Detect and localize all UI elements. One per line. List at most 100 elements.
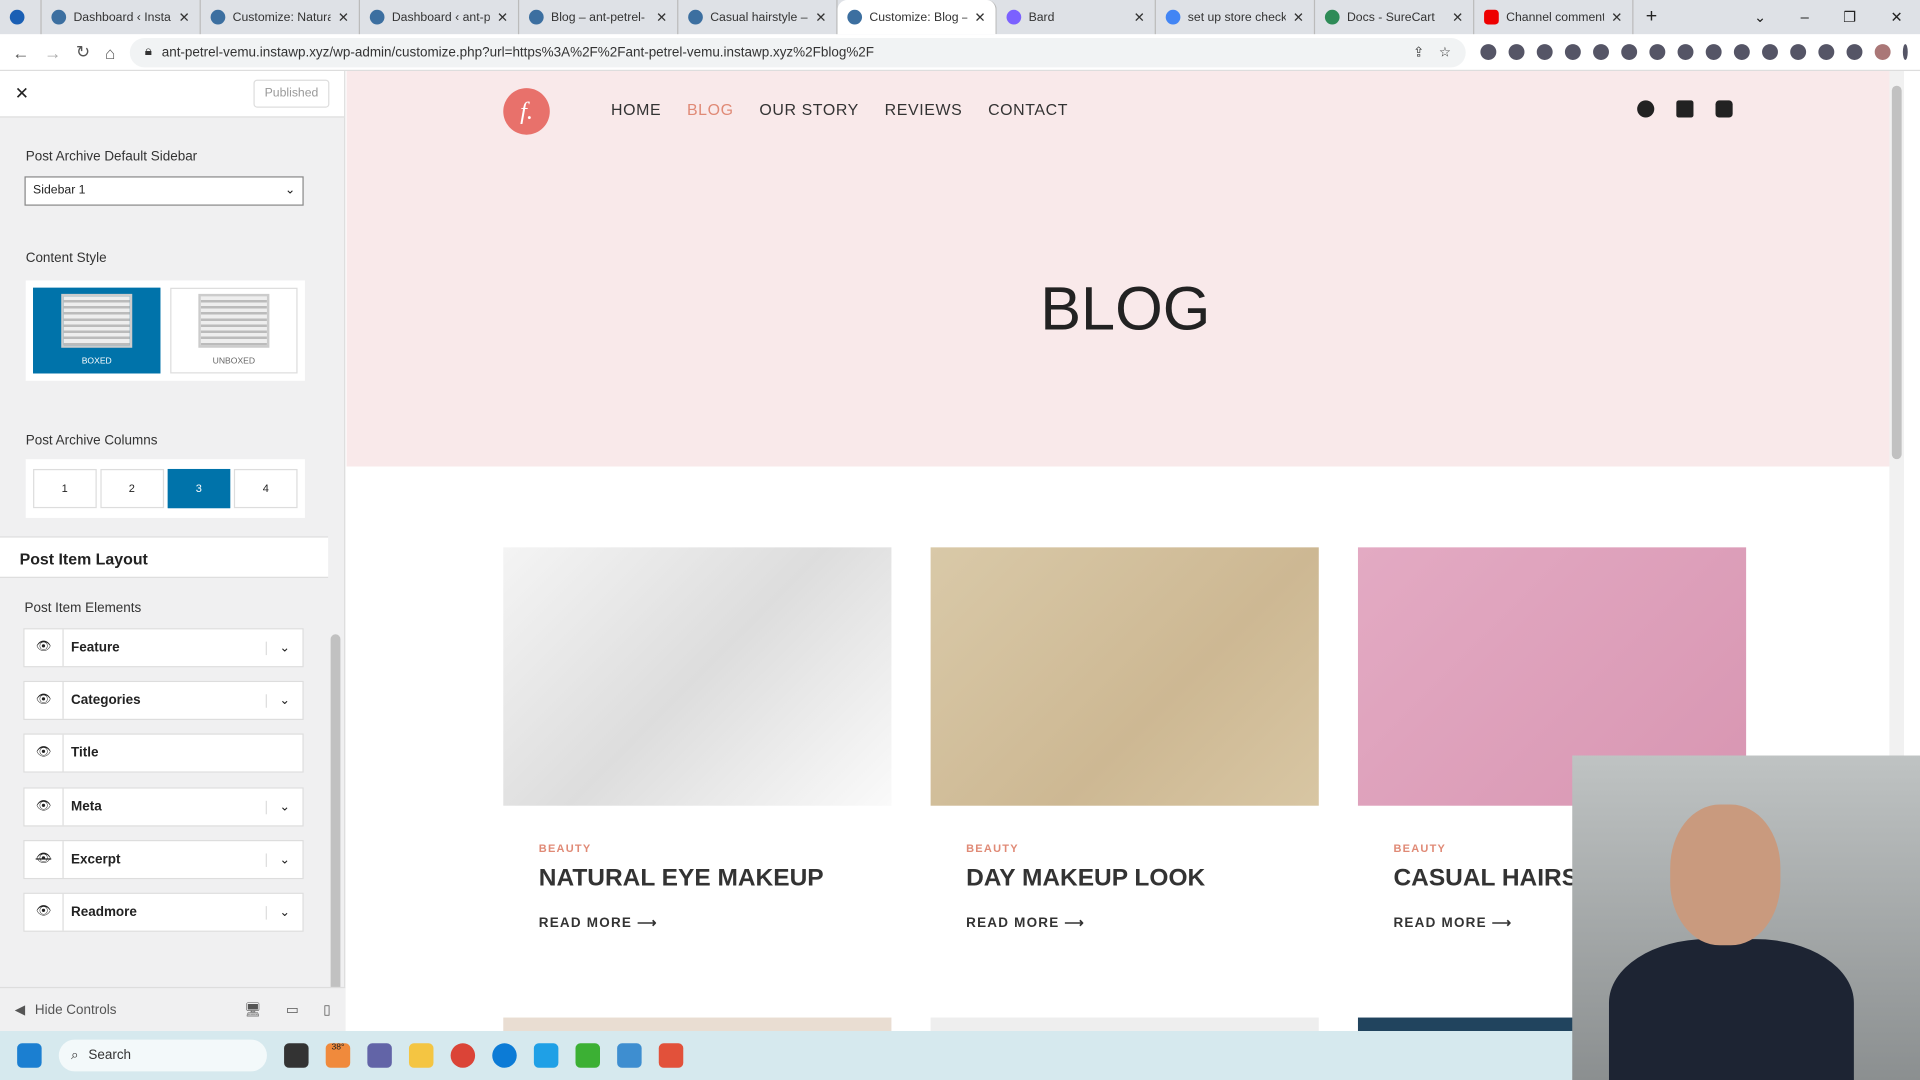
desktop-preview-icon[interactable]: 🖥︎ xyxy=(244,1002,261,1018)
menu-icon[interactable] xyxy=(1902,44,1908,61)
browser-tab[interactable]: Blog – ant-petrel- ✕ xyxy=(519,0,679,35)
post-image[interactable] xyxy=(503,1017,892,1032)
extension-icon[interactable] xyxy=(1762,44,1778,61)
element-feature[interactable]: 👁︎ Feature ⌄ xyxy=(23,628,304,668)
post-category[interactable]: BEAUTY xyxy=(966,842,1319,854)
post-image[interactable] xyxy=(503,547,892,806)
hide-controls-button[interactable]: Hide Controls xyxy=(35,1002,117,1017)
facebook-icon[interactable] xyxy=(1637,100,1655,118)
browser-tab[interactable]: Casual hairstyle – ✕ xyxy=(678,0,838,35)
weather-widget[interactable]: 38° xyxy=(325,1043,351,1068)
browser-tab[interactable]: set up store check ✕ xyxy=(1156,0,1316,35)
new-tab-icon[interactable]: + xyxy=(1633,6,1669,28)
app-icon[interactable] xyxy=(658,1043,684,1068)
chevron-down-icon[interactable]: ⌄ xyxy=(265,905,303,919)
close-tab-icon[interactable]: ✕ xyxy=(815,9,826,25)
extension-icon[interactable] xyxy=(1649,44,1666,61)
extension-icon[interactable] xyxy=(1564,44,1581,61)
post-category[interactable]: BEAUTY xyxy=(539,842,892,854)
post-image[interactable] xyxy=(930,547,1319,806)
eye-slash-icon[interactable]: 👁︎ xyxy=(24,841,64,878)
read-more-link[interactable]: READ MORE ⟶ xyxy=(539,915,892,931)
close-tab-icon[interactable]: ✕ xyxy=(1611,9,1622,25)
extension-icon[interactable] xyxy=(1593,44,1609,61)
panel-scrollbar[interactable] xyxy=(330,634,341,1039)
site-logo[interactable]: f. xyxy=(503,88,550,135)
home-icon[interactable]: ⌂ xyxy=(105,42,115,62)
browser-tab[interactable]: Dashboard ‹ ant-p ✕ xyxy=(360,0,520,35)
close-tab-icon[interactable]: ✕ xyxy=(656,9,667,25)
close-tab-icon[interactable]: ✕ xyxy=(497,9,508,25)
camtasia-icon[interactable] xyxy=(575,1043,601,1068)
profile-avatar[interactable] xyxy=(1874,44,1891,61)
browser-tab[interactable]: Channel comment ✕ xyxy=(1474,0,1634,35)
style-unboxed-option[interactable]: UNBOXED xyxy=(170,287,298,374)
task-view-icon[interactable] xyxy=(284,1043,309,1068)
file-explorer-icon[interactable] xyxy=(408,1043,434,1068)
forward-icon[interactable]: → xyxy=(44,42,61,62)
extension-icon[interactable] xyxy=(1536,44,1553,61)
close-customizer-icon[interactable]: ✕ xyxy=(15,83,29,104)
nav-blog[interactable]: BLOG xyxy=(687,100,734,118)
extension-icon[interactable] xyxy=(1733,44,1750,61)
instagram-icon[interactable] xyxy=(1715,100,1733,118)
mobile-preview-icon[interactable]: ▯ xyxy=(323,1002,330,1018)
column-option-3[interactable]: 3 xyxy=(167,468,231,509)
tablet-preview-icon[interactable]: ▭ xyxy=(286,1002,299,1018)
vivaldi-icon[interactable] xyxy=(0,0,42,35)
tab-search-icon[interactable]: ⌄ xyxy=(1754,9,1766,26)
element-meta[interactable]: 👁︎ Meta ⌄ xyxy=(23,787,304,827)
nav-contact[interactable]: CONTACT xyxy=(988,100,1068,118)
eye-icon[interactable]: 👁︎ xyxy=(24,893,64,931)
chevron-down-icon[interactable]: ⌄ xyxy=(265,800,303,814)
chevron-down-icon[interactable]: ⌄ xyxy=(265,693,303,708)
close-tab-icon[interactable]: ✕ xyxy=(179,9,190,25)
bookmark-star-icon[interactable]: ☆ xyxy=(1439,44,1451,60)
close-tab-icon[interactable]: ✕ xyxy=(1452,9,1463,25)
windows-start-icon[interactable] xyxy=(17,1043,42,1068)
nav-our-story[interactable]: OUR STORY xyxy=(759,100,859,118)
minimize-icon[interactable]: – xyxy=(1801,9,1809,26)
publish-button[interactable]: Published xyxy=(253,79,330,108)
reload-icon[interactable]: ↻ xyxy=(76,42,90,63)
eye-icon[interactable]: 👁︎ xyxy=(24,682,64,719)
extension-icon[interactable] xyxy=(1705,44,1722,61)
close-window-icon[interactable]: ✕ xyxy=(1891,9,1903,26)
chrome-icon[interactable] xyxy=(450,1043,476,1068)
sidebar-select[interactable]: Sidebar 1 ⌄ xyxy=(24,176,304,206)
browser-tab[interactable]: Dashboard ‹ Insta ✕ xyxy=(42,0,201,35)
element-readmore[interactable]: 👁︎ Readmore ⌄ xyxy=(23,892,304,932)
extension-icon[interactable] xyxy=(1677,44,1694,61)
close-tab-icon[interactable]: ✕ xyxy=(338,9,349,25)
eye-icon[interactable]: 👁︎ xyxy=(24,629,64,667)
teams-icon[interactable] xyxy=(367,1043,392,1068)
chevron-down-icon[interactable]: ⌄ xyxy=(265,852,303,867)
extension-icon[interactable] xyxy=(1480,44,1497,61)
chevron-down-icon[interactable]: ⌄ xyxy=(265,641,303,655)
column-option-2[interactable]: 2 xyxy=(100,468,164,509)
style-boxed-option[interactable]: BOXED xyxy=(33,287,161,374)
element-excerpt[interactable]: 👁︎ Excerpt ⌄ xyxy=(23,840,304,880)
restore-icon[interactable]: ❐ xyxy=(1843,9,1856,26)
column-option-1[interactable]: 1 xyxy=(33,468,97,509)
extension-icon[interactable] xyxy=(1508,44,1525,61)
back-icon[interactable]: ← xyxy=(12,42,29,62)
element-title[interactable]: 👁︎ Title xyxy=(23,733,304,773)
taskbar-search[interactable]: ⌕ Search xyxy=(58,1039,267,1072)
column-option-4[interactable]: 4 xyxy=(234,468,298,509)
element-categories[interactable]: 👁︎ Categories ⌄ xyxy=(23,680,304,721)
browser-tab[interactable]: Bard ✕ xyxy=(997,0,1156,35)
skype-icon[interactable] xyxy=(533,1043,559,1068)
browser-tab-active[interactable]: Customize: Blog – ✕ xyxy=(837,0,997,35)
read-more-link[interactable]: READ MORE ⟶ xyxy=(966,915,1319,931)
eye-icon[interactable]: 👁︎ xyxy=(24,788,64,826)
puzzle-icon[interactable] xyxy=(1818,44,1835,61)
extension-icon[interactable] xyxy=(1790,44,1807,61)
url-field[interactable]: 🔒︎ ant-petrel-vemu.instawp.xyz/wp-admin/c… xyxy=(130,37,1466,67)
post-title[interactable]: DAY MAKEUP LOOK xyxy=(966,864,1319,892)
browser-tab[interactable]: Customize: Natura ✕ xyxy=(201,0,361,35)
nav-home[interactable]: HOME xyxy=(611,100,661,118)
twitter-icon[interactable] xyxy=(1676,100,1694,118)
close-tab-icon[interactable]: ✕ xyxy=(974,9,985,25)
share-icon[interactable]: ⇪ xyxy=(1413,44,1424,60)
